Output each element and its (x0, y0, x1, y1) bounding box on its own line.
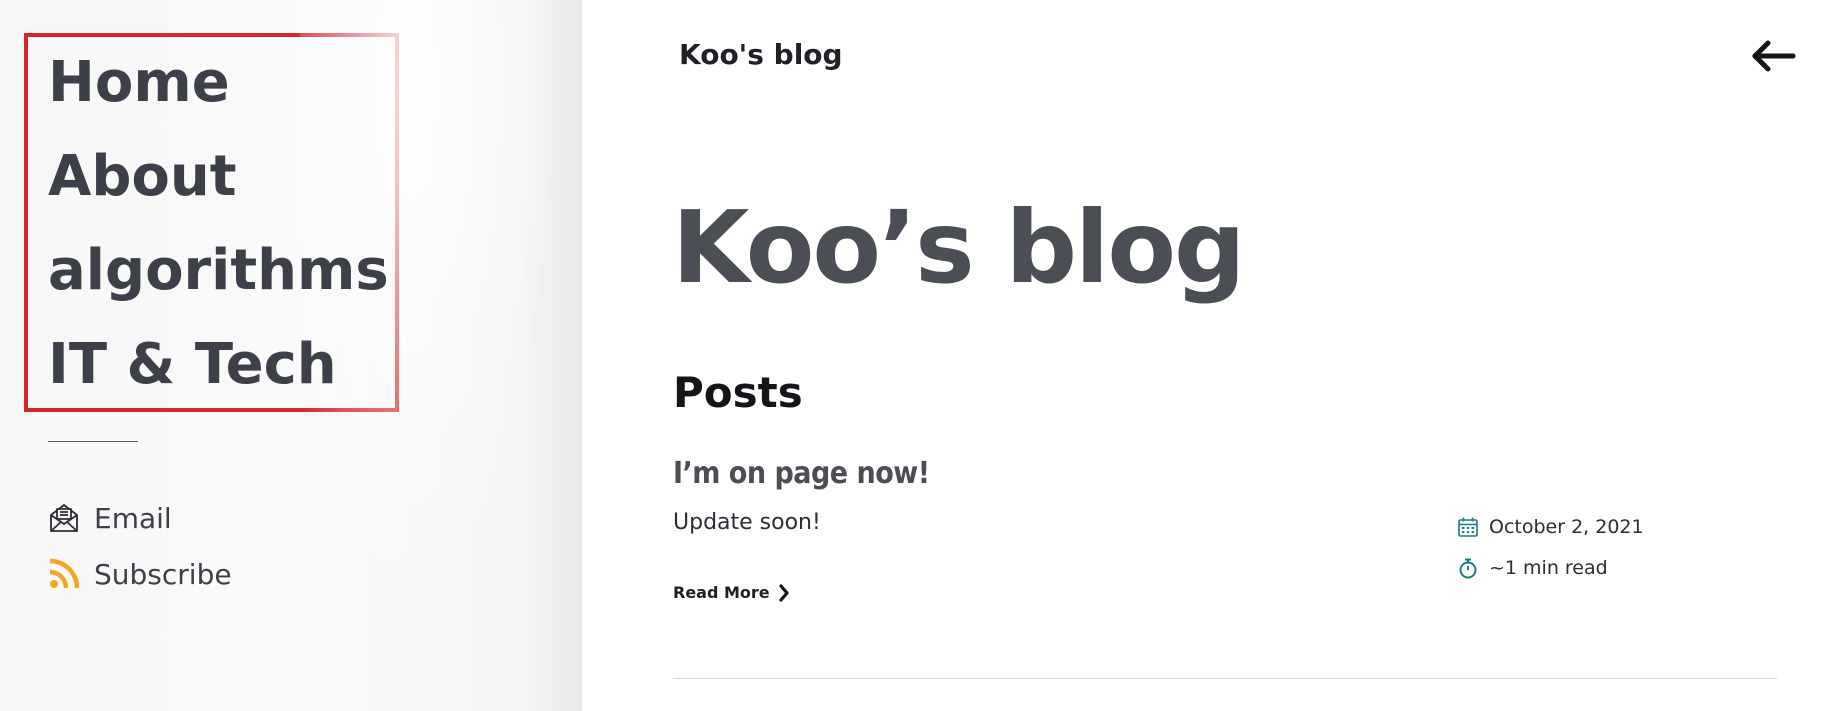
nav-item-home: Home (48, 45, 389, 139)
post-date: October 2, 2021 (1457, 506, 1644, 547)
post-date-text: October 2, 2021 (1489, 515, 1644, 538)
back-button[interactable] (1748, 38, 1798, 78)
read-more-label: Read More (673, 583, 770, 602)
nav-item-algorithms: algorithms (48, 233, 389, 327)
calendar-icon (1457, 516, 1479, 538)
sidebar-nav: Home About algorithms IT & Tech (48, 45, 389, 421)
rss-icon (48, 558, 80, 590)
post-divider (673, 678, 1777, 679)
contact-subscribe-link[interactable]: Subscribe (48, 546, 232, 602)
post-excerpt: Update soon! (673, 510, 821, 535)
contact-links: Email Subscribe (48, 490, 232, 602)
nav-link-algorithms[interactable]: algorithms (48, 233, 389, 309)
contact-email-link[interactable]: Email (48, 490, 232, 546)
nav-item-it-tech: IT & Tech (48, 327, 389, 421)
chevron-right-icon (778, 583, 790, 602)
nav-link-home[interactable]: Home (48, 45, 230, 121)
envelope-open-icon (48, 502, 80, 534)
contact-email-label: Email (94, 501, 172, 535)
post-meta: October 2, 2021 ~1 min read (1457, 506, 1644, 588)
post-title-link[interactable]: I’m on page now! (673, 456, 930, 491)
nav-link-it-tech[interactable]: IT & Tech (48, 327, 337, 403)
post-read-time: ~1 min read (1457, 547, 1644, 588)
read-more-link[interactable]: Read More (673, 583, 790, 602)
stopwatch-icon (1457, 557, 1479, 579)
section-title-posts: Posts (673, 368, 803, 417)
post-read-time-text: ~1 min read (1489, 556, 1608, 579)
nav-item-about: About (48, 139, 389, 233)
page-title: Koo’s blog (672, 189, 1246, 306)
site-title-link[interactable]: Koo's blog (679, 38, 843, 71)
sidebar-divider (48, 441, 138, 442)
nav-link-about[interactable]: About (48, 139, 237, 215)
contact-subscribe-label: Subscribe (94, 557, 232, 591)
sidebar: Home About algorithms IT & Tech Email Su… (0, 0, 582, 711)
arrow-left-icon (1750, 39, 1796, 77)
